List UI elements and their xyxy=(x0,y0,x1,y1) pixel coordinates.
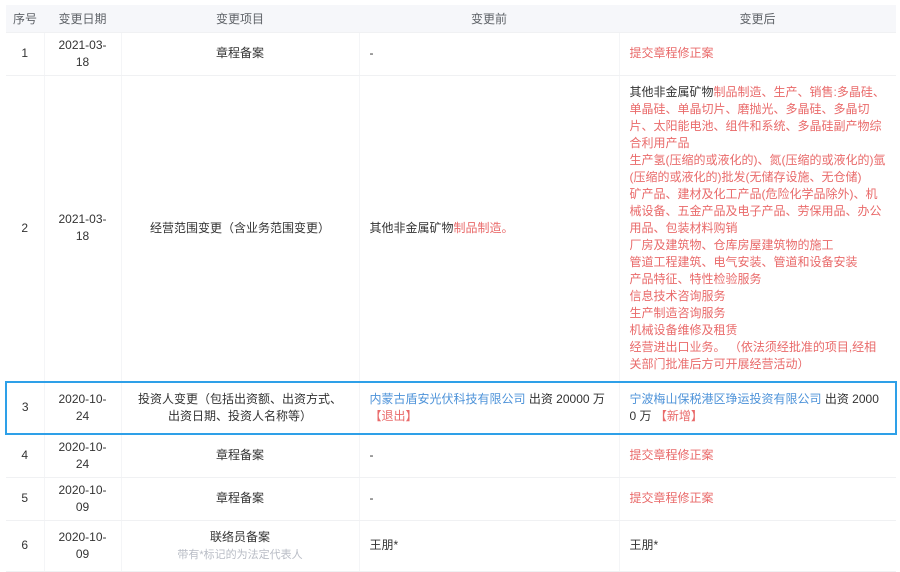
column-header-date: 变更日期 xyxy=(44,5,121,32)
text-segment: 其他非金属矿物 xyxy=(370,221,454,235)
cell-after: 王朋* xyxy=(619,520,896,571)
change-record-table: 序号 变更日期 变更项目 变更前 变更后 12021-03-18 章程备案 - 提交章… xyxy=(5,5,897,572)
text-segment: 提交章程修正案 xyxy=(630,491,714,505)
text-segment: 【新增】 xyxy=(655,409,703,423)
cell-item: 经营范围变更（含业务范围变更） xyxy=(121,75,359,382)
text-segment: - xyxy=(370,448,374,462)
column-header-item: 变更项目 xyxy=(121,5,359,32)
table-header-row: 序号 变更日期 变更项目 变更前 变更后 xyxy=(6,5,896,32)
cell-date: 2021-03-18 xyxy=(44,75,121,382)
text-segment: - xyxy=(370,491,374,505)
cell-date: 2020-10-24 xyxy=(44,382,121,434)
text-segment: 制品制造、生产、销售:多晶硅、单晶硅、单晶切片、磨抛光、多晶硅、多晶切片、太阳能… xyxy=(630,85,886,371)
cell-after: 提交章程修正案 xyxy=(619,434,896,478)
cell-before: 其他非金属矿物制品制造。 xyxy=(359,75,619,382)
text-segment: 【退出】 xyxy=(370,409,418,423)
cell-after: 其他非金属矿物制品制造、生产、销售:多晶硅、单晶硅、单晶切片、磨抛光、多晶硅、多… xyxy=(619,75,896,382)
table-row: 42020-10-24 章程备案 - 提交章程修正案 xyxy=(6,434,896,478)
item-label: 经营范围变更（含业务范围变更） xyxy=(134,220,347,237)
cell-item: 章程备案 xyxy=(121,477,359,520)
text-segment: 出资 20000 万 xyxy=(526,392,605,406)
column-header-no: 序号 xyxy=(6,5,44,32)
cell-before: - xyxy=(359,477,619,520)
item-label: 章程备案 xyxy=(134,45,347,62)
text-segment: 王朋* xyxy=(370,538,399,552)
cell-date: 2020-10-09 xyxy=(44,520,121,571)
company-link[interactable]: 内蒙古盾安光伏科技有限公司 xyxy=(370,392,526,406)
cell-before: 内蒙古盾安光伏科技有限公司 出资 20000 万 【退出】 xyxy=(359,382,619,434)
table-row: 52020-10-09 章程备案 - 提交章程修正案 xyxy=(6,477,896,520)
item-label: 章程备案 xyxy=(134,490,347,507)
table-row: 62020-10-09联络员备案带有*标记的为法定代表人王朋*王朋* xyxy=(6,520,896,571)
table-row: 12021-03-18 章程备案 - 提交章程修正案 xyxy=(6,32,896,75)
cell-item: 章程备案 xyxy=(121,32,359,75)
cell-before: - xyxy=(359,32,619,75)
cell-date: 2020-10-09 xyxy=(44,477,121,520)
cell-no: 3 xyxy=(6,382,44,434)
text-segment: 制品制造。 xyxy=(454,221,514,235)
cell-after: 提交章程修正案 xyxy=(619,477,896,520)
text-segment: 提交章程修正案 xyxy=(630,46,714,60)
change-record-table-container: 序号 变更日期 变更项目 变更前 变更后 12021-03-18 章程备案 - 提交章… xyxy=(5,5,895,572)
table-row: 22021-03-18经营范围变更（含业务范围变更）其他非金属矿物制品制造。其他… xyxy=(6,75,896,382)
cell-no: 5 xyxy=(6,477,44,520)
cell-date: 2021-03-18 xyxy=(44,32,121,75)
table-body: 12021-03-18 章程备案 - 提交章程修正案 22021-03-18 经营范围变更… xyxy=(6,32,896,571)
cell-item: 投资人变更（包括出资额、出资方式、出资日期、投资人名称等） xyxy=(121,382,359,434)
text-segment: 王朋* xyxy=(630,538,659,552)
cell-before: - xyxy=(359,434,619,478)
text-segment: - xyxy=(370,46,374,60)
cell-date: 2020-10-24 xyxy=(44,434,121,478)
cell-item: 章程备案 xyxy=(121,434,359,478)
cell-no: 4 xyxy=(6,434,44,478)
item-label: 投资人变更（包括出资额、出资方式、出资日期、投资人名称等） xyxy=(134,391,347,425)
text-segment: 提交章程修正案 xyxy=(630,448,714,462)
item-note: 带有*标记的为法定代表人 xyxy=(134,548,347,563)
cell-no: 6 xyxy=(6,520,44,571)
cell-no: 1 xyxy=(6,32,44,75)
cell-after: 提交章程修正案 xyxy=(619,32,896,75)
item-label: 章程备案 xyxy=(134,447,347,464)
cell-before: 王朋* xyxy=(359,520,619,571)
table-row[interactable]: 32020-10-24 投资人变更（包括出资额、出资方式、出资日期、投资人名称等）… xyxy=(6,382,896,434)
cell-after: 宁波梅山保税港区琤运投资有限公司 出资 2000 0 万 【新增】 xyxy=(619,382,896,434)
item-label: 联络员备案 xyxy=(134,529,347,546)
column-header-after: 变更后 xyxy=(619,5,896,32)
cell-no: 2 xyxy=(6,75,44,382)
column-header-before: 变更前 xyxy=(359,5,619,32)
text-segment: 其他非金属矿物 xyxy=(630,85,714,99)
company-link[interactable]: 宁波梅山保税港区琤运投资有限公司 xyxy=(630,392,822,406)
cell-item: 联络员备案带有*标记的为法定代表人 xyxy=(121,520,359,571)
